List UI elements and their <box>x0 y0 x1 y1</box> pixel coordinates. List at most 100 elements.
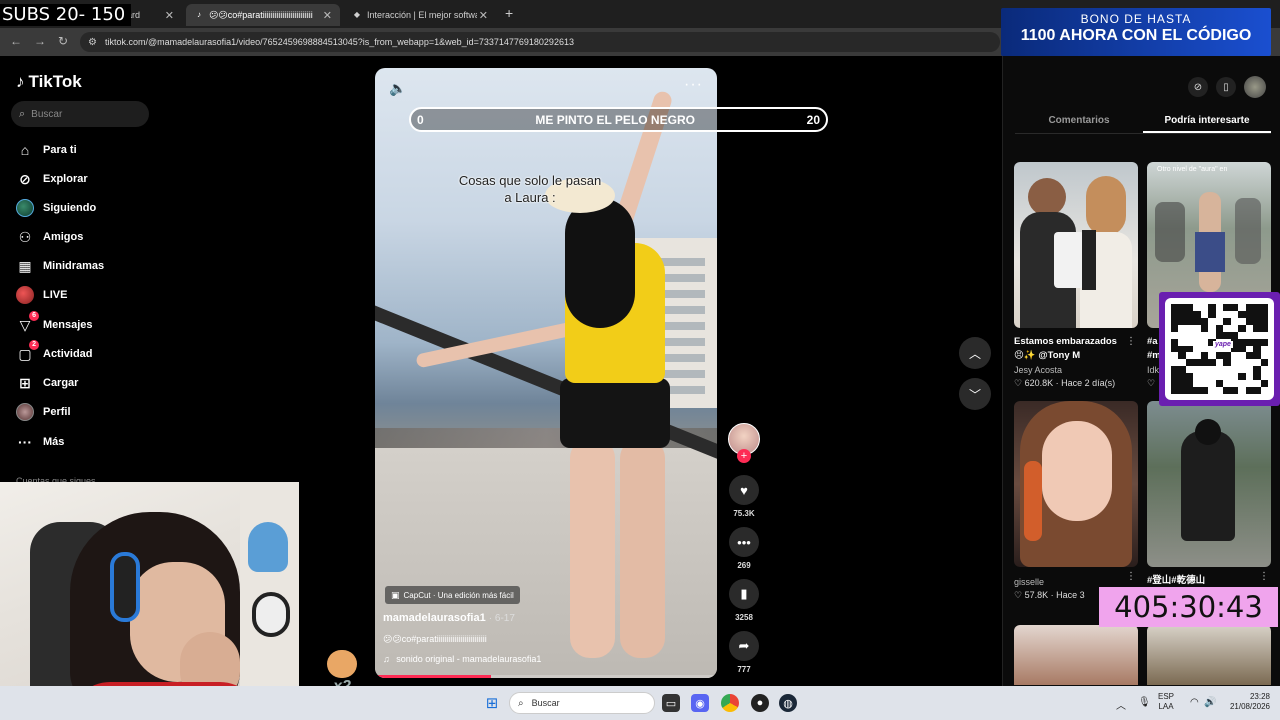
comment-button[interactable]: ••• 269 <box>726 527 762 570</box>
qr-module <box>1201 332 1208 339</box>
discord-icon[interactable]: ◉ <box>691 694 709 712</box>
sidebar-item-mensajes[interactable]: ▽ 6 Mensajes <box>16 311 93 334</box>
hamster-icon <box>327 650 357 678</box>
qr-module <box>1231 366 1238 373</box>
sidebar-item-actividad[interactable]: ▢ 2 Actividad <box>16 340 93 363</box>
sidebar-item-para-ti[interactable]: ⌂ Para ti <box>16 141 77 159</box>
qr-module <box>1200 317 1209 325</box>
qr-module <box>1223 380 1230 387</box>
browser-tab-active[interactable]: ♪ 😕😕co#paratiiiiiiiiiiiiiiiiiiiiiiiii ✕ <box>186 4 340 26</box>
microphone-icon[interactable]: 🎙 <box>1138 697 1151 708</box>
sidebar-item-minidramas[interactable]: ▦ Minidramas <box>16 257 104 275</box>
more-options-icon[interactable]: ··· <box>684 76 703 94</box>
forward-arrow-icon[interactable]: → <box>34 34 46 48</box>
qr-module <box>1253 310 1261 318</box>
qr-module <box>1208 304 1216 311</box>
more-vertical-icon[interactable]: ⋮ <box>1126 336 1136 347</box>
qr-module <box>1216 366 1223 373</box>
user-avatar[interactable] <box>1244 76 1266 98</box>
back-arrow-icon[interactable]: ← <box>10 34 22 48</box>
qr-module <box>1208 332 1215 339</box>
close-tab-icon[interactable]: ✕ <box>479 9 488 22</box>
compass-icon[interactable]: ⊘ <box>1188 77 1208 97</box>
clock[interactable]: 23:28 21/08/2026 <box>1226 692 1270 712</box>
next-video-button[interactable]: ﹀ <box>959 378 991 410</box>
video-thumbnail[interactable] <box>1014 401 1138 567</box>
chrome-icon[interactable] <box>721 694 739 712</box>
sound-link[interactable]: ♫ sonido original - mamadelaurasofia1 <box>383 654 541 664</box>
chevron-up-icon[interactable]: ︿ <box>1116 697 1126 712</box>
task-view-icon[interactable]: ▭ <box>662 694 680 712</box>
qr-module <box>1178 304 1186 311</box>
sidebar-item-amigos[interactable]: ⚇ Amigos <box>16 228 84 246</box>
video-thumbnail[interactable] <box>1014 162 1138 328</box>
top-right-icons: ⊘ ▯ <box>1188 76 1266 98</box>
capcut-link[interactable]: ▣ CapCut · Una edición más fácil <box>385 586 520 604</box>
sidebar-item-cargar[interactable]: ⊞ Cargar <box>16 374 78 392</box>
sidebar-item-perfil[interactable]: Perfil <box>16 403 71 421</box>
volume-icon[interactable]: 🔈 <box>389 80 406 97</box>
new-tab-icon[interactable]: + <box>505 5 513 21</box>
qr-module <box>1193 310 1201 318</box>
sidebar-item-explorar[interactable]: ⊘ Explorar <box>16 170 88 188</box>
save-button[interactable]: ▮ 3258 <box>726 579 762 622</box>
qr-module <box>1208 310 1216 318</box>
search-input[interactable]: ⌕ Buscar <box>11 101 149 127</box>
sidebar-item-live[interactable]: LIVE <box>16 286 67 304</box>
language-indicator[interactable]: ESP LAA <box>1158 692 1174 712</box>
qr-module <box>1201 373 1208 380</box>
like-button[interactable]: ♥ 75.3K <box>726 475 762 518</box>
sidebar-item-mas[interactable]: ··· Más <box>16 433 64 451</box>
qr-module <box>1178 352 1186 360</box>
tab-comentarios[interactable]: Comentarios <box>1015 108 1143 133</box>
qr-module <box>1238 373 1246 381</box>
card-title-line2: 😣✨ @Tony M <box>1014 350 1081 361</box>
qr-module <box>1230 331 1239 339</box>
video-thumbnail[interactable] <box>1014 625 1138 685</box>
video-description[interactable]: 😕😕co#paratiiiiiiiiiiiiiiiiiiiiiiiii <box>383 634 487 645</box>
phone-icon[interactable]: ▯ <box>1216 77 1236 97</box>
wifi-icon[interactable]: ◠ <box>1190 697 1199 708</box>
tab-podria-interesarte[interactable]: Podría interesarte <box>1143 108 1271 133</box>
recommended-video-card[interactable]: Estamos embarazados ⋮ 😣✨ @Tony M Jesy Ac… <box>1014 162 1138 389</box>
previous-video-button[interactable]: ︿ <box>959 337 991 369</box>
close-tab-icon[interactable]: ✕ <box>323 9 332 22</box>
obs-icon[interactable]: ● <box>751 694 769 712</box>
qr-module <box>1253 380 1260 387</box>
follow-plus-icon[interactable]: + <box>737 449 751 463</box>
qr-module <box>1223 387 1231 394</box>
url-field[interactable]: ⚙ tiktok.com/@mamadelaurasofia1/video/76… <box>80 32 1000 52</box>
steam-icon[interactable]: ◍ <box>779 694 797 712</box>
goal-start: 0 <box>417 112 424 127</box>
qr-module <box>1231 318 1238 325</box>
card-author[interactable]: Jesy Acosta <box>1014 365 1138 375</box>
taskbar-search-input[interactable]: ⌕ Buscar <box>509 692 655 714</box>
close-tab-icon[interactable]: ✕ <box>165 9 174 22</box>
reload-icon[interactable]: ↻ <box>58 34 68 48</box>
tiktok-logo[interactable]: ♪ TikTok <box>16 72 82 92</box>
more-vertical-icon[interactable]: ⋮ <box>1126 571 1136 582</box>
qr-module <box>1246 373 1253 380</box>
card-author[interactable]: gisselle <box>1014 577 1138 587</box>
video-author[interactable]: mamadelaurasofia1 · 6-17 <box>383 612 515 624</box>
video-thumbnail[interactable] <box>1147 401 1271 567</box>
speaker-icon[interactable]: 🔊 <box>1204 697 1216 708</box>
video-progress-bar[interactable] <box>375 675 717 678</box>
qr-module <box>1245 304 1254 311</box>
browser-tab[interactable]: ◆ Interacción | El mejor software ✕ <box>344 4 496 26</box>
recommended-video-card[interactable]: ⋮ gisselle ♡ 57.8K · Hace 3 <box>1014 401 1138 601</box>
qr-module <box>1246 366 1253 373</box>
more-vertical-icon[interactable]: ⋮ <box>1259 571 1269 582</box>
messages-icon: ▽ 6 <box>16 311 39 334</box>
site-info-icon[interactable]: ⚙ <box>88 37 97 48</box>
sidebar-item-siguiendo[interactable]: Siguiendo <box>16 199 96 217</box>
windows-start-icon[interactable]: ⊞ <box>483 694 501 712</box>
share-button[interactable]: ➦ 777 <box>726 631 762 674</box>
qr-module <box>1261 346 1268 353</box>
qr-module <box>1171 304 1179 311</box>
video-player[interactable]: 🔈 ··· Cosas que solo le pasan a Laura : … <box>375 68 717 678</box>
recommended-video-card[interactable]: #登山#乾德山 ⋮ <box>1147 401 1271 588</box>
video-thumbnail[interactable] <box>1147 625 1271 685</box>
qr-module <box>1246 359 1253 366</box>
qr-module <box>1193 359 1201 367</box>
